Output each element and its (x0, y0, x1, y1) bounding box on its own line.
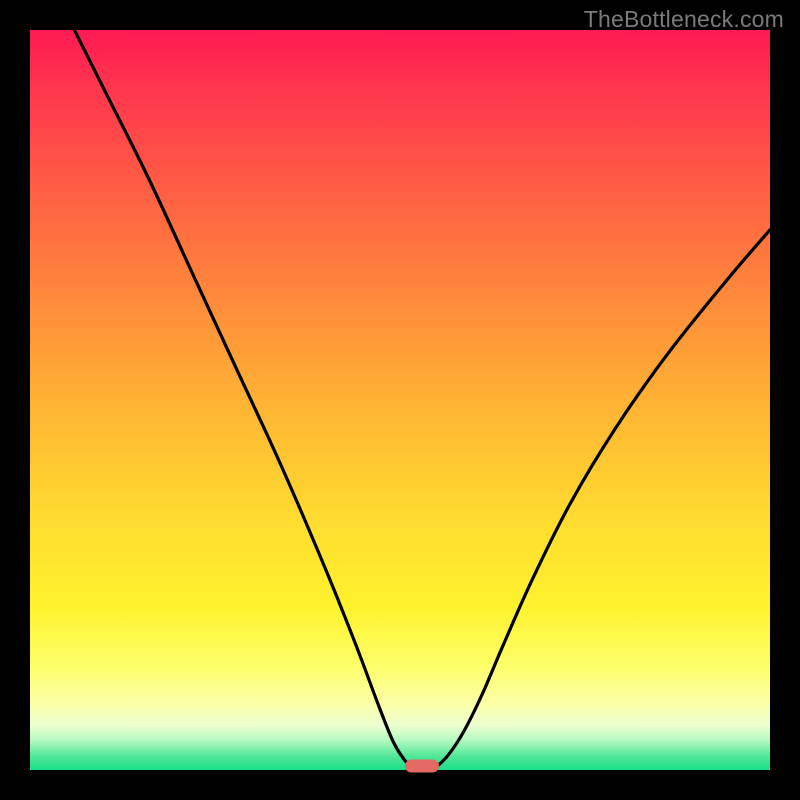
watermark-text: TheBottleneck.com (584, 6, 784, 33)
curve-svg (30, 30, 770, 770)
plot-area (30, 30, 770, 770)
chart-frame: TheBottleneck.com (0, 0, 800, 800)
minimum-marker (405, 759, 439, 772)
left-branch-curve (74, 30, 411, 766)
right-branch-curve (437, 230, 770, 767)
